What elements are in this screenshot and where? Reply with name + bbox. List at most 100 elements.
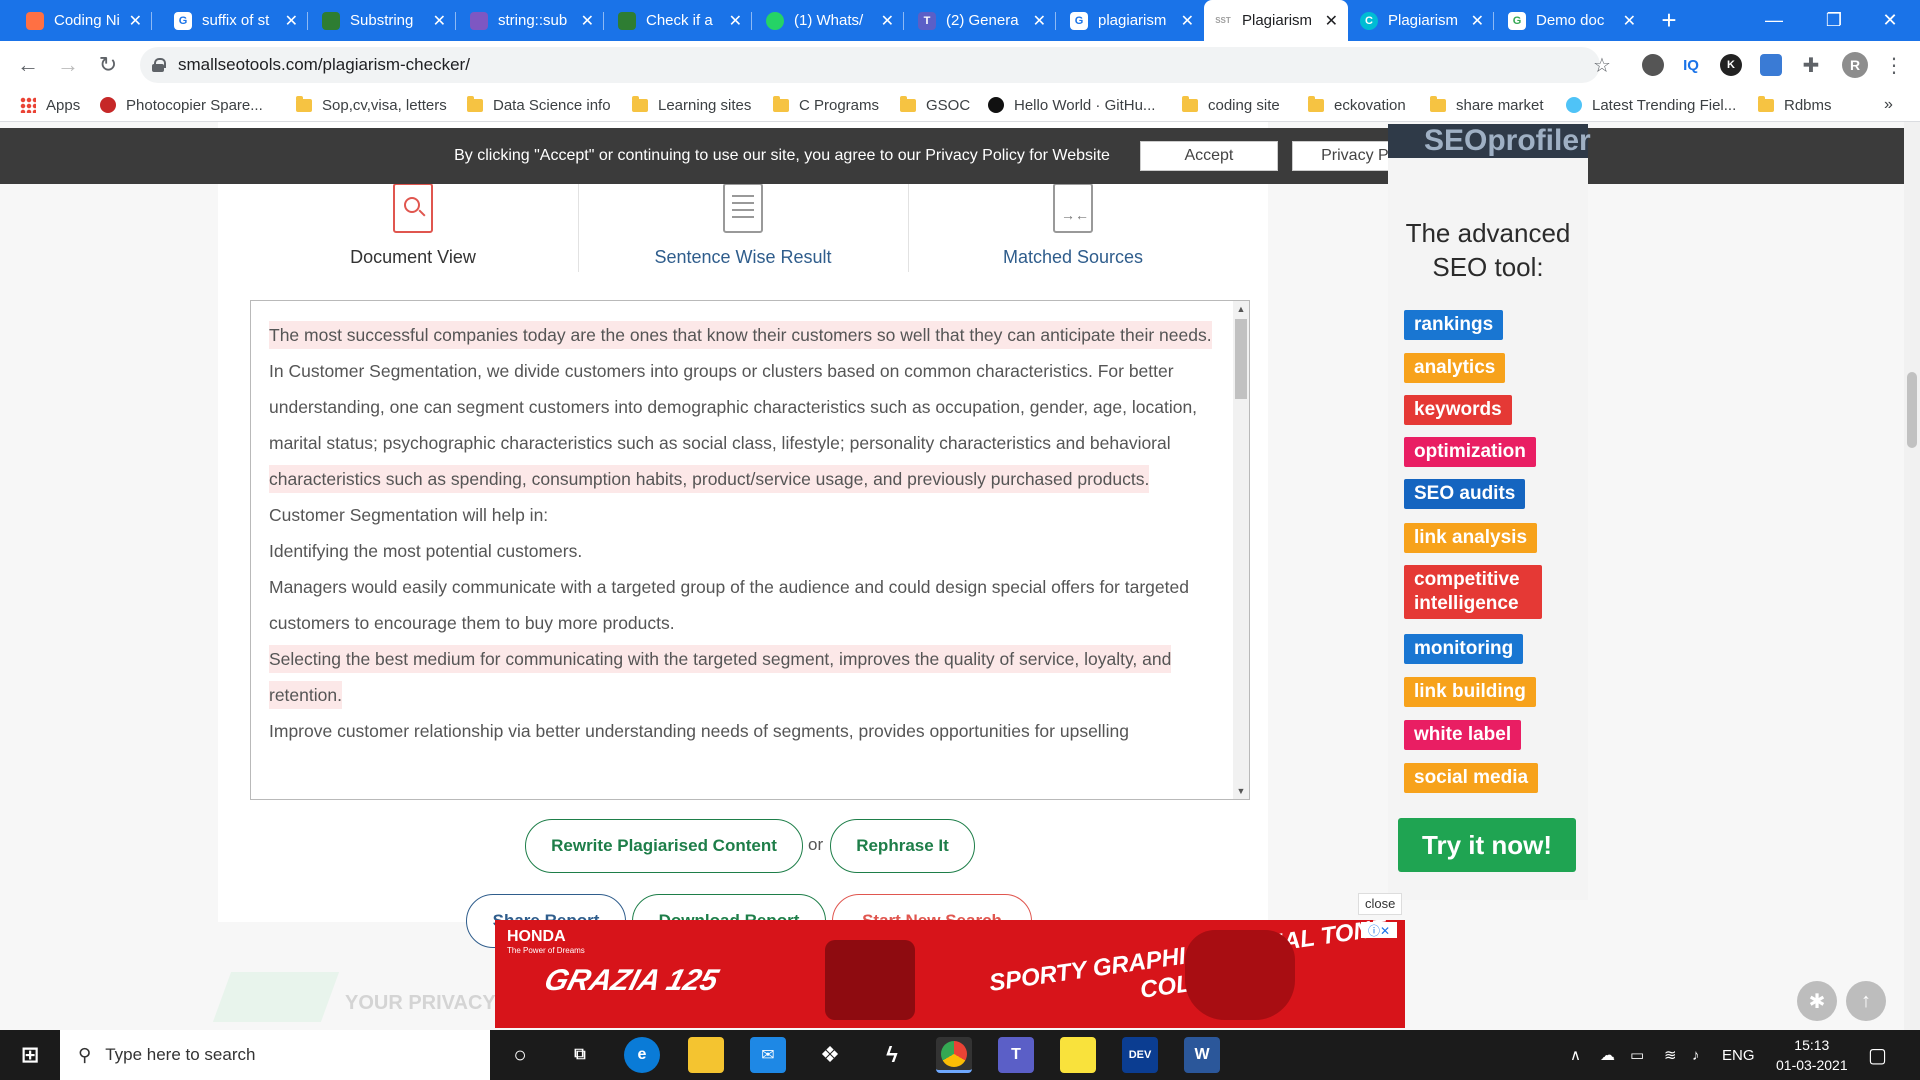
onedrive-icon[interactable]: ☁ <box>1600 1030 1615 1080</box>
close-ad-button[interactable]: close <box>1358 893 1403 915</box>
file-explorer-icon[interactable] <box>688 1037 724 1073</box>
cortana-icon[interactable]: ○ <box>502 1037 538 1073</box>
more-bookmarks-icon[interactable]: » <box>1884 88 1893 122</box>
close-tab-icon[interactable]: ✕ <box>1325 11 1338 31</box>
scroll-down-icon[interactable]: ▼ <box>1233 783 1249 799</box>
try-it-now-button[interactable]: Try it now! <box>1398 818 1576 872</box>
edge-icon[interactable]: e <box>624 1037 660 1073</box>
close-tab-icon[interactable]: ✕ <box>285 11 298 31</box>
browser-tab[interactable]: G Demo doc ✕ <box>1498 0 1646 41</box>
profile-avatar[interactable]: R <box>1842 52 1868 78</box>
sticky-notes-icon[interactable] <box>1060 1037 1096 1073</box>
bookmark-folder[interactable]: coding site <box>1182 88 1280 122</box>
bookmark-folder[interactable]: share market <box>1430 88 1544 122</box>
plagiarized-highlight: Selecting the best medium for communicat… <box>269 645 1172 709</box>
honda-banner-ad[interactable]: HONDA The Power of Dreams GRAZIA 125 SPO… <box>495 920 1405 1028</box>
extensions-puzzle-icon[interactable]: ✚ <box>1800 54 1822 77</box>
dropbox-icon[interactable]: ❖ <box>812 1037 848 1073</box>
folder-icon <box>1308 95 1324 112</box>
tray-expand-icon[interactable]: ∧ <box>1570 1030 1581 1080</box>
bookmark-item[interactable]: Photocopier Spare... <box>100 88 263 122</box>
close-tab-icon[interactable]: ✕ <box>1181 11 1194 31</box>
adchoices-icon[interactable]: ⓘ✕ <box>1361 922 1397 938</box>
cplusplus-favicon-icon <box>470 11 488 30</box>
textbox-scrollbar[interactable]: ▲ ▼ <box>1233 301 1249 799</box>
bookmark-folder[interactable]: Learning sites <box>632 88 751 122</box>
address-bar[interactable]: smallseotools.com/plagiarism-checker/ <box>140 47 1600 83</box>
original-text: In Customer Segmentation, we divide cust… <box>269 361 1198 453</box>
seoprofiler-ad[interactable]: SEOprofiler The advanced SEO tool: ranki… <box>1388 124 1591 900</box>
page-scrollbar-thumb[interactable] <box>1907 372 1917 448</box>
language-indicator[interactable]: ENG <box>1722 1030 1755 1080</box>
close-tab-icon[interactable]: ✕ <box>729 11 742 31</box>
scroll-up-icon[interactable]: ▲ <box>1233 301 1249 317</box>
browser-tab[interactable]: C Plagiarism ✕ <box>1350 0 1494 41</box>
devcpp-icon[interactable]: DEV <box>1122 1037 1158 1073</box>
rewrite-plagiarised-button[interactable]: Rewrite Plagiarised Content <box>525 819 803 873</box>
browser-tab[interactable]: T (2) Genera ✕ <box>908 0 1056 41</box>
close-tab-icon[interactable]: ✕ <box>1033 11 1046 31</box>
browser-tab[interactable]: Check if a ✕ <box>608 0 752 41</box>
bookmark-folder[interactable]: C Programs <box>773 88 879 122</box>
close-tab-icon[interactable]: ✕ <box>1623 11 1636 31</box>
close-tab-icon[interactable]: ✕ <box>129 11 142 31</box>
ad-keyword-badge: SEO audits <box>1404 479 1526 509</box>
new-tab-button[interactable]: + <box>1652 0 1686 41</box>
bug-report-icon[interactable]: ✱ <box>1797 981 1837 1021</box>
close-tab-icon[interactable]: ✕ <box>881 11 894 31</box>
scrollbar-thumb[interactable] <box>1235 319 1247 399</box>
bookmark-item[interactable]: Hello World · GitHu... <box>988 88 1155 122</box>
browser-tab-active[interactable]: SST Plagiarism ✕ <box>1204 0 1348 41</box>
k-extension-icon[interactable]: K <box>1720 54 1742 76</box>
tab-document-view[interactable]: Document View <box>248 172 578 282</box>
teams-icon[interactable]: T <box>998 1037 1034 1073</box>
back-icon[interactable]: ← <box>12 49 44 81</box>
wifi-icon[interactable]: ≋ <box>1664 1030 1677 1080</box>
browser-tab[interactable]: string::sub ✕ <box>460 0 604 41</box>
browser-tab[interactable]: G plagiarism ✕ <box>1060 0 1204 41</box>
bookmark-star-icon[interactable]: ☆ <box>1586 49 1618 81</box>
tab-sentence-wise-result[interactable]: Sentence Wise Result <box>578 172 908 282</box>
battery-icon[interactable]: ▭ <box>1630 1030 1644 1080</box>
bookmark-folder[interactable]: GSOC <box>900 88 970 122</box>
accept-cookies-button[interactable]: Accept <box>1139 141 1278 171</box>
word-icon[interactable]: W <box>1184 1037 1220 1073</box>
browser-tab[interactable]: G suffix of st ✕ <box>164 0 308 41</box>
document-view-textbox[interactable]: The most successful companies today are … <box>250 300 1250 800</box>
bookmark-item[interactable]: Latest Trending Fiel... <box>1566 88 1736 122</box>
browser-tab[interactable]: Substring ✕ <box>312 0 456 41</box>
reload-icon[interactable]: ↻ <box>92 49 124 81</box>
tab-matched-sources[interactable]: →← Matched Sources <box>908 172 1238 282</box>
clock[interactable]: 15:13 01-03-2021 <box>1776 1030 1848 1080</box>
browser-tab[interactable]: Coding Ni ✕ <box>16 0 152 41</box>
bookmark-folder[interactable]: Rdbms <box>1758 88 1832 122</box>
close-tab-icon[interactable]: ✕ <box>433 11 446 31</box>
folder-icon <box>296 95 312 112</box>
windows-start-icon[interactable]: ⊞ <box>12 1037 48 1073</box>
iq-extension-icon[interactable]: IQ <box>1680 54 1702 76</box>
minimize-icon[interactable]: — <box>1744 0 1804 41</box>
bookmark-folder[interactable]: Sop,cv,visa, letters <box>296 88 447 122</box>
forward-icon[interactable]: → <box>52 49 84 81</box>
chrome-icon[interactable] <box>936 1037 972 1073</box>
mail-icon[interactable]: ✉ <box>750 1037 786 1073</box>
close-tab-icon[interactable]: ✕ <box>581 11 594 31</box>
close-tab-icon[interactable]: ✕ <box>1471 11 1484 31</box>
bookmark-folder[interactable]: eckovation <box>1308 88 1406 122</box>
bookmark-folder[interactable]: Data Science info <box>467 88 611 122</box>
volume-icon[interactable]: ♪ <box>1692 1030 1700 1080</box>
restore-icon[interactable]: ❐ <box>1804 0 1864 41</box>
rephrase-button[interactable]: Rephrase It <box>830 819 975 873</box>
close-window-icon[interactable]: ✕ <box>1860 0 1920 41</box>
vpn-extension-icon[interactable] <box>1760 54 1782 76</box>
bookmark-apps[interactable]: Apps <box>20 88 80 122</box>
menu-kebab-icon[interactable]: ⋮ <box>1878 49 1910 81</box>
scroll-to-top-icon[interactable]: ↑ <box>1846 981 1886 1021</box>
browser-tab[interactable]: (1) Whats/ ✕ <box>756 0 904 41</box>
notifications-icon[interactable]: ▢ <box>1868 1030 1887 1080</box>
extension-icon[interactable] <box>1642 54 1664 76</box>
taskbar-search-box[interactable]: ⚲ Type here to search <box>60 1030 490 1080</box>
page-scrollbar[interactable] <box>1904 122 1920 1030</box>
winamp-icon[interactable]: ϟ <box>874 1037 910 1073</box>
task-view-icon[interactable]: ⧉ <box>562 1037 598 1073</box>
